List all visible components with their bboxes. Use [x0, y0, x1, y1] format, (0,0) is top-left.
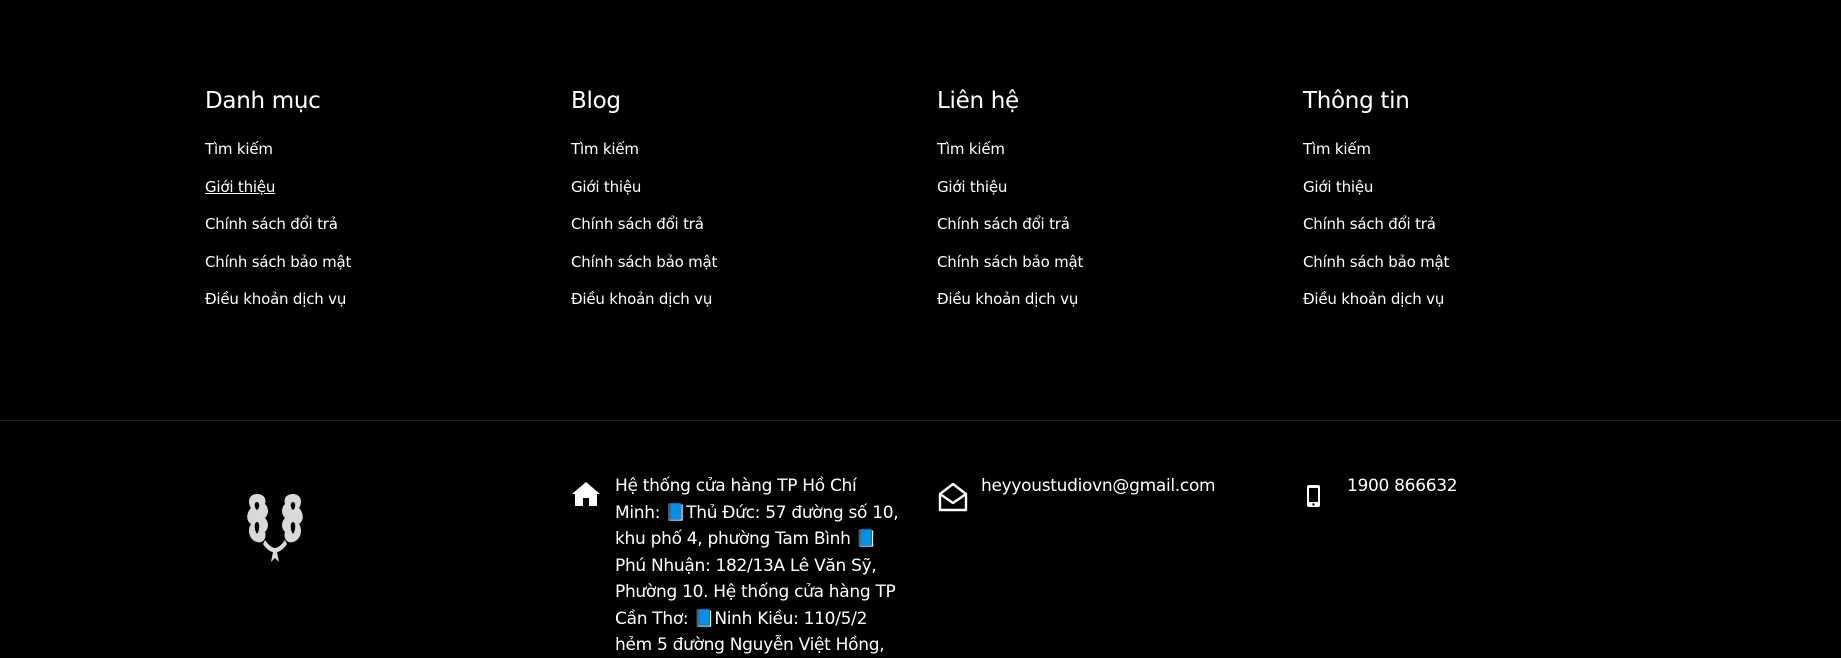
link-chinh-sach-doi-tra[interactable]: Chính sách đổi trả	[937, 215, 1070, 233]
link-dieu-khoan-dich-vu[interactable]: Điều khoản dịch vụ	[571, 290, 712, 308]
email-link[interactable]: heyyoustudiovn@gmail.com	[981, 473, 1216, 500]
footer: Danh mục Tìm kiếm Giới thiệu Chính sách …	[0, 0, 1841, 658]
link-gioi-thieu[interactable]: Giới thiệu	[1303, 178, 1373, 196]
home-icon	[571, 481, 601, 511]
link-chinh-sach-doi-tra[interactable]: Chính sách đổi trả	[571, 215, 704, 233]
envelope-open-icon	[937, 481, 968, 512]
list-item: Chính sách bảo mật	[937, 253, 1277, 292]
list-item: Chính sách bảo mật	[1303, 253, 1643, 292]
contact-email: heyyoustudiovn@gmail.com	[937, 473, 1216, 512]
list-item: Chính sách đổi trả	[571, 216, 911, 254]
link-chinh-sach-doi-tra[interactable]: Chính sách đổi trả	[205, 215, 338, 233]
column-title: Thông tin	[1303, 88, 1410, 114]
phone-link[interactable]: 1900 866632	[1347, 473, 1458, 500]
list-item: Giới thiệu	[205, 178, 545, 217]
list-item: Tìm kiếm	[205, 141, 545, 179]
list-item: Giới thiệu	[937, 178, 1277, 217]
list-item: Điều khoản dịch vụ	[1303, 291, 1643, 329]
list-item: Chính sách bảo mật	[571, 253, 911, 292]
link-gioi-thieu[interactable]: Giới thiệu	[937, 178, 1007, 196]
link-chinh-sach-bao-mat[interactable]: Chính sách bảo mật	[1303, 253, 1449, 271]
brand-logo-link[interactable]	[243, 490, 307, 566]
list-item: Chính sách đổi trả	[205, 216, 545, 254]
list-item: Chính sách đổi trả	[1303, 216, 1643, 254]
column-title: Blog	[571, 88, 621, 114]
list-item: Chính sách đổi trả	[937, 216, 1277, 254]
list-item: Điều khoản dịch vụ	[937, 291, 1277, 329]
list-item: Tìm kiếm	[1303, 141, 1643, 179]
footer-column-danh-muc: Danh mục Tìm kiếm Giới thiệu Chính sách …	[205, 86, 545, 329]
link-chinh-sach-doi-tra[interactable]: Chính sách đổi trả	[1303, 215, 1436, 233]
mobile-phone-icon	[1303, 481, 1333, 511]
list-item: Tìm kiếm	[937, 141, 1277, 179]
link-dieu-khoan-dich-vu[interactable]: Điều khoản dịch vụ	[205, 290, 346, 308]
column-title: Danh mục	[205, 88, 321, 114]
link-list: Tìm kiếm Giới thiệu Chính sách đổi trả C…	[205, 141, 545, 329]
link-list: Tìm kiếm Giới thiệu Chính sách đổi trả C…	[937, 141, 1277, 329]
link-gioi-thieu[interactable]: Giới thiệu	[205, 178, 275, 196]
list-item: Tìm kiếm	[571, 141, 911, 179]
footer-column-blog: Blog Tìm kiếm Giới thiệu Chính sách đổi …	[571, 86, 911, 329]
footer-column-lien-he: Liên hệ Tìm kiếm Giới thiệu Chính sách đ…	[937, 86, 1277, 329]
list-item: Điều khoản dịch vụ	[205, 291, 545, 329]
contact-address: Hệ thống cửa hàng TP Hồ Chí Minh: 📘Thủ Đ…	[571, 473, 905, 658]
footer-column-thong-tin: Thông tin Tìm kiếm Giới thiệu Chính sách…	[1303, 86, 1643, 329]
address-text: Hệ thống cửa hàng TP Hồ Chí Minh: 📘Thủ Đ…	[615, 476, 899, 655]
link-chinh-sach-bao-mat[interactable]: Chính sách bảo mật	[571, 253, 717, 271]
link-dieu-khoan-dich-vu[interactable]: Điều khoản dịch vụ	[1303, 290, 1444, 308]
footer-divider	[0, 420, 1841, 421]
list-item: Giới thiệu	[1303, 178, 1643, 217]
link-tim-kiem[interactable]: Tìm kiếm	[205, 140, 273, 158]
link-tim-kiem[interactable]: Tìm kiếm	[937, 140, 1005, 158]
brand-logo-icon	[247, 494, 303, 562]
list-item: Chính sách bảo mật	[205, 253, 545, 292]
link-chinh-sach-bao-mat[interactable]: Chính sách bảo mật	[205, 253, 351, 271]
column-title: Liên hệ	[937, 88, 1019, 114]
list-item: Điều khoản dịch vụ	[571, 291, 911, 329]
link-tim-kiem[interactable]: Tìm kiếm	[571, 140, 639, 158]
link-gioi-thieu[interactable]: Giới thiệu	[571, 178, 641, 196]
contact-phone: 1900 866632	[1303, 473, 1458, 511]
link-chinh-sach-bao-mat[interactable]: Chính sách bảo mật	[937, 253, 1083, 271]
link-list: Tìm kiếm Giới thiệu Chính sách đổi trả C…	[1303, 141, 1643, 329]
link-dieu-khoan-dich-vu[interactable]: Điều khoản dịch vụ	[937, 290, 1078, 308]
list-item: Giới thiệu	[571, 178, 911, 217]
link-list: Tìm kiếm Giới thiệu Chính sách đổi trả C…	[571, 141, 911, 329]
link-tim-kiem[interactable]: Tìm kiếm	[1303, 140, 1371, 158]
